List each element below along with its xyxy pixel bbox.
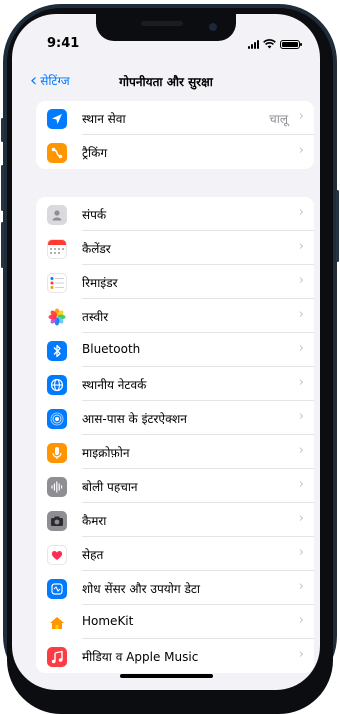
row-label: HomeKit: [82, 614, 134, 628]
row-label: Bluetooth: [82, 342, 141, 356]
row-tracking[interactable]: ट्रैकिंग ›: [36, 135, 314, 169]
chevron-right-icon: ›: [298, 205, 304, 220]
row-label: स्थानीय नेटवर्क: [82, 378, 147, 392]
power-button: [336, 190, 339, 262]
row-label: स्थान सेवा: [82, 112, 126, 126]
chevron-right-icon: ›: [298, 273, 304, 288]
row-contacts[interactable]: संपर्क ›: [36, 197, 314, 231]
row-local-network[interactable]: स्थानीय नेटवर्क ›: [36, 367, 314, 401]
chevron-right-icon: ›: [298, 341, 304, 356]
row-research-sensor[interactable]: शोध सेंसर और उपयोग डेटा ›: [36, 571, 314, 605]
research-sensor-icon: [47, 579, 67, 599]
wifi-icon: [263, 39, 276, 49]
row-photos[interactable]: तस्वीर ›: [36, 299, 314, 333]
row-label: सेहत: [82, 548, 104, 562]
status-icons: [248, 38, 302, 50]
chevron-right-icon: ›: [298, 109, 304, 124]
home-icon: [47, 613, 67, 633]
row-label: कैमरा: [82, 514, 107, 528]
navigation-bar: ‹ सेटिंग्ज गोपनीयता और सुरक्षा: [12, 70, 320, 94]
chevron-right-icon: ›: [298, 647, 304, 662]
row-value: चालू: [269, 112, 288, 126]
location-arrow-icon: [47, 109, 67, 129]
nearby-icon: [47, 409, 67, 429]
chevron-right-icon: ›: [298, 613, 304, 628]
cellular-signal-icon: [248, 39, 259, 49]
chevron-right-icon: ›: [298, 477, 304, 492]
music-note-icon: [47, 647, 67, 667]
bluetooth-icon: [47, 341, 67, 361]
chevron-right-icon: ›: [298, 307, 304, 322]
row-nearby-interactions[interactable]: आस-पास के इंटरऐक्शन ›: [36, 401, 314, 435]
row-homekit[interactable]: HomeKit ›: [36, 605, 314, 639]
reminders-icon: [47, 273, 67, 293]
row-label: शोध सेंसर और उपयोग डेटा: [82, 582, 201, 596]
chevron-right-icon: ›: [298, 511, 304, 526]
row-speech-recognition[interactable]: बोली पहचान ›: [36, 469, 314, 503]
chevron-right-icon: ›: [298, 579, 304, 594]
row-label: संपर्क: [82, 208, 107, 222]
page-title: गोपनीयता और सुरक्षा: [119, 75, 213, 89]
row-label: तस्वीर: [82, 310, 109, 324]
row-bluetooth[interactable]: Bluetooth ›: [36, 333, 314, 367]
front-camera: [209, 23, 217, 31]
status-time: 9:41: [47, 36, 80, 51]
volume-up-button: [1, 165, 4, 211]
location-tracking-group: स्थान सेवा चालू › ट्रैकिंग ›: [36, 101, 314, 169]
chevron-right-icon: ›: [298, 375, 304, 390]
app-permissions-group: संपर्क › कैलेंडर › रिमाइंडर › तस्वीर › B…: [36, 197, 314, 673]
row-label: माइक्रोफ़ोन: [82, 446, 130, 460]
microphone-icon: [47, 443, 67, 463]
chevron-right-icon: ›: [298, 409, 304, 424]
row-health[interactable]: सेहत ›: [36, 537, 314, 571]
health-heart-icon: [47, 545, 67, 565]
globe-icon: [47, 375, 67, 395]
row-label: ट्रैकिंग: [82, 146, 108, 160]
battery-icon: [280, 39, 302, 49]
volume-down-button: [1, 222, 4, 268]
tracking-icon: [47, 143, 67, 163]
chevron-right-icon: ›: [298, 143, 304, 158]
notch: [96, 14, 236, 41]
chevron-right-icon: ›: [298, 239, 304, 254]
row-media-apple-music[interactable]: मीडिया व Apple Music ›: [36, 639, 314, 673]
chevron-right-icon: ›: [298, 545, 304, 560]
row-calendar[interactable]: कैलेंडर ›: [36, 231, 314, 265]
row-label: रिमाइंडर: [82, 276, 118, 290]
row-location-services[interactable]: स्थान सेवा चालू ›: [36, 101, 314, 135]
contacts-icon: [47, 205, 67, 225]
row-camera[interactable]: कैमरा ›: [36, 503, 314, 537]
screen: 9:41 ‹ सेटिंग्ज गोपनीयता और सुरक्षा स्था…: [12, 14, 320, 690]
row-label: बोली पहचान: [82, 480, 138, 494]
speech-recognition-icon: [47, 477, 67, 497]
row-label: कैलेंडर: [82, 242, 111, 256]
camera-icon: [47, 511, 67, 531]
photos-icon: [47, 307, 67, 327]
row-microphone[interactable]: माइक्रोफ़ोन ›: [36, 435, 314, 469]
row-label: मीडिया व Apple Music: [82, 650, 199, 664]
row-reminders[interactable]: रिमाइंडर ›: [36, 265, 314, 299]
row-label: आस-पास के इंटरऐक्शन: [82, 412, 187, 426]
chevron-right-icon: ›: [298, 443, 304, 458]
side-button: [1, 118, 4, 142]
speaker-grille: [141, 21, 183, 26]
home-indicator[interactable]: [120, 674, 213, 678]
calendar-icon: [47, 239, 67, 259]
